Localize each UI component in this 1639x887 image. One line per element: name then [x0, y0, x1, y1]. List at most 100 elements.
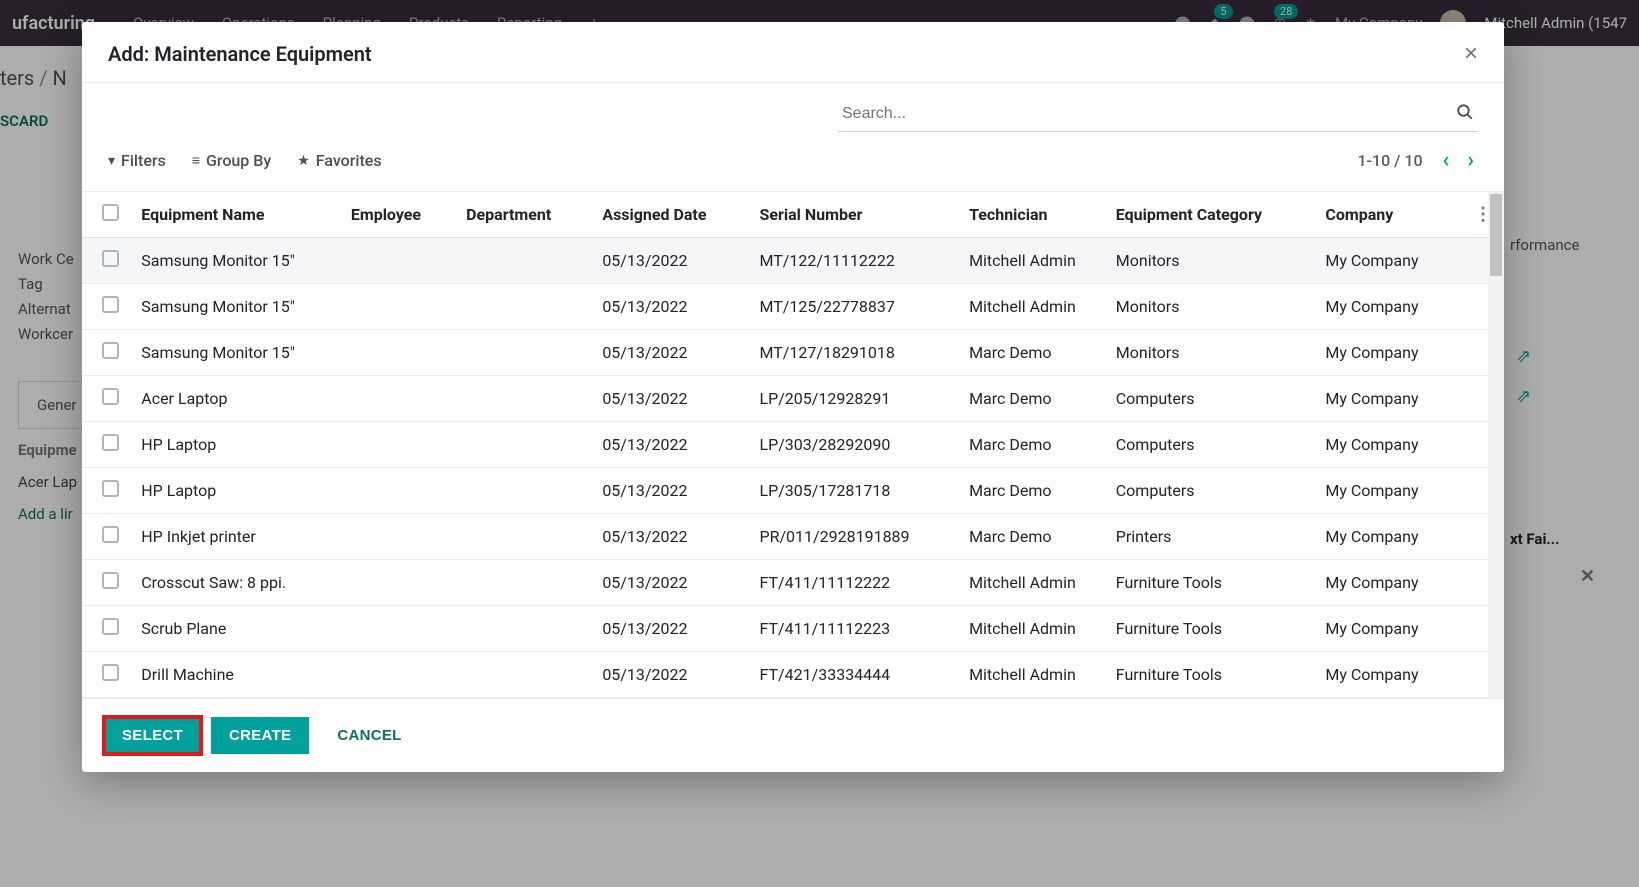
- cell-sn: MT/127/18291018: [749, 330, 959, 376]
- cell-sn: MT/125/22778837: [749, 284, 959, 330]
- row-checkbox[interactable]: [102, 664, 119, 681]
- row-checkbox[interactable]: [102, 526, 119, 543]
- table-row[interactable]: HP Laptop05/13/2022LP/303/28292090Marc D…: [82, 422, 1504, 468]
- close-icon[interactable]: ×: [1464, 42, 1478, 66]
- scrollbar[interactable]: [1488, 192, 1504, 698]
- cell-employee: [341, 422, 456, 468]
- favorites-label: Favorites: [316, 151, 382, 170]
- table-row[interactable]: Drill Machine05/13/2022FT/421/33334444Mi…: [82, 652, 1504, 698]
- cell-date: 05/13/2022: [592, 238, 749, 284]
- row-checkbox[interactable]: [102, 388, 119, 405]
- modal-footer: SELECT CREATE CANCEL: [82, 698, 1504, 772]
- cell-cat: Furniture Tools: [1106, 606, 1316, 652]
- search-wrap: [838, 97, 1478, 132]
- col-category[interactable]: Equipment Category: [1106, 192, 1316, 238]
- cell-sn: FT/411/11112223: [749, 606, 959, 652]
- cell-date: 05/13/2022: [592, 284, 749, 330]
- col-assigned-date[interactable]: Assigned Date: [592, 192, 749, 238]
- col-name[interactable]: Equipment Name: [131, 192, 341, 238]
- row-checkbox[interactable]: [102, 342, 119, 359]
- table-row[interactable]: HP Laptop05/13/2022LP/305/17281718Marc D…: [82, 468, 1504, 514]
- col-serial-number[interactable]: Serial Number: [749, 192, 959, 238]
- cell-cat: Furniture Tools: [1106, 560, 1316, 606]
- row-checkbox[interactable]: [102, 480, 119, 497]
- col-employee[interactable]: Employee: [341, 192, 456, 238]
- cell-employee: [341, 238, 456, 284]
- cell-tech: Marc Demo: [959, 422, 1106, 468]
- search-input[interactable]: [838, 97, 1478, 132]
- cell-date: 05/13/2022: [592, 330, 749, 376]
- cell-name: HP Laptop: [131, 468, 341, 514]
- pager-prev-icon[interactable]: ‹: [1443, 148, 1450, 173]
- cancel-button[interactable]: CANCEL: [319, 717, 419, 754]
- pager: 1-10 / 10 ‹ ›: [1357, 148, 1474, 173]
- row-checkbox[interactable]: [102, 434, 119, 451]
- select-all-checkbox[interactable]: [102, 204, 119, 221]
- cell-department: [456, 422, 592, 468]
- cell-department: [456, 238, 592, 284]
- cell-tech: Mitchell Admin: [959, 238, 1106, 284]
- cell-name: Scrub Plane: [131, 606, 341, 652]
- cell-name: Crosscut Saw: 8 ppi.: [131, 560, 341, 606]
- cell-name: Drill Machine: [131, 652, 341, 698]
- filters-button[interactable]: ▾ Filters: [108, 151, 166, 170]
- table-row[interactable]: Acer Laptop05/13/2022LP/205/12928291Marc…: [82, 376, 1504, 422]
- pager-next-icon[interactable]: ›: [1467, 148, 1474, 173]
- col-department[interactable]: Department: [456, 192, 592, 238]
- cell-tech: Marc Demo: [959, 330, 1106, 376]
- cell-cat: Computers: [1106, 376, 1316, 422]
- cell-date: 05/13/2022: [592, 376, 749, 422]
- col-technician[interactable]: Technician: [959, 192, 1106, 238]
- star-icon: ★: [297, 153, 310, 169]
- table-row[interactable]: Samsung Monitor 15"05/13/2022MT/122/1111…: [82, 238, 1504, 284]
- search-icon[interactable]: [1456, 103, 1474, 126]
- favorites-button[interactable]: ★ Favorites: [297, 151, 381, 170]
- cell-tech: Mitchell Admin: [959, 606, 1106, 652]
- cell-cat: Monitors: [1106, 284, 1316, 330]
- cell-date: 05/13/2022: [592, 652, 749, 698]
- cell-cat: Computers: [1106, 422, 1316, 468]
- modal-search-row: [82, 83, 1504, 138]
- cell-company: My Company: [1315, 284, 1462, 330]
- groupby-button[interactable]: ≡ Group By: [192, 151, 271, 170]
- cell-company: My Company: [1315, 330, 1462, 376]
- table-row[interactable]: HP Inkjet printer05/13/2022PR/011/292819…: [82, 514, 1504, 560]
- cell-company: My Company: [1315, 652, 1462, 698]
- cell-cat: Monitors: [1106, 238, 1316, 284]
- row-checkbox[interactable]: [102, 618, 119, 635]
- cell-tech: Mitchell Admin: [959, 284, 1106, 330]
- pager-text: 1-10 / 10: [1357, 151, 1422, 170]
- cell-tech: Mitchell Admin: [959, 652, 1106, 698]
- cell-company: My Company: [1315, 468, 1462, 514]
- cell-sn: LP/205/12928291: [749, 376, 959, 422]
- table-row[interactable]: Scrub Plane 05/13/2022FT/411/11112223Mitc…: [82, 606, 1504, 652]
- cell-company: My Company: [1315, 422, 1462, 468]
- cell-name: Samsung Monitor 15": [131, 284, 341, 330]
- cell-employee: [341, 468, 456, 514]
- cell-date: 05/13/2022: [592, 560, 749, 606]
- row-checkbox[interactable]: [102, 250, 119, 267]
- create-button[interactable]: CREATE: [211, 717, 309, 754]
- cell-employee: [341, 514, 456, 560]
- cell-date: 05/13/2022: [592, 606, 749, 652]
- cell-date: 05/13/2022: [592, 514, 749, 560]
- equipment-table: Equipment Name Employee Department Assig…: [82, 192, 1504, 698]
- cell-department: [456, 376, 592, 422]
- cell-date: 05/13/2022: [592, 422, 749, 468]
- table-row[interactable]: Samsung Monitor 15" 05/13/2022MT/127/1829…: [82, 330, 1504, 376]
- list-icon: ≡: [192, 152, 200, 169]
- cell-date: 05/13/2022: [592, 468, 749, 514]
- table-row[interactable]: Samsung Monitor 15" 05/13/2022MT/125/2277…: [82, 284, 1504, 330]
- cell-department: [456, 606, 592, 652]
- row-checkbox[interactable]: [102, 572, 119, 589]
- filters-label: Filters: [121, 151, 166, 170]
- cell-tech: Marc Demo: [959, 514, 1106, 560]
- select-button[interactable]: SELECT: [104, 717, 201, 754]
- table-row[interactable]: Crosscut Saw: 8 ppi.05/13/2022FT/411/111…: [82, 560, 1504, 606]
- cell-department: [456, 330, 592, 376]
- cell-name: Samsung Monitor 15": [131, 330, 341, 376]
- scrollbar-thumb[interactable]: [1490, 194, 1502, 276]
- cell-department: [456, 652, 592, 698]
- row-checkbox[interactable]: [102, 296, 119, 313]
- col-company[interactable]: Company: [1315, 192, 1462, 238]
